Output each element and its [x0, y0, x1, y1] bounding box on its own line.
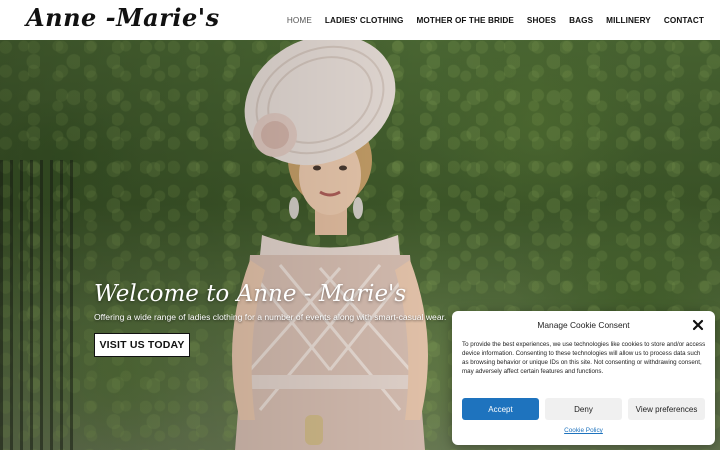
main-nav: HOME LADIES' CLOTHING MOTHER OF THE BRID… — [287, 0, 704, 40]
nav-home[interactable]: HOME — [287, 16, 312, 25]
view-preferences-button[interactable]: View preferences — [628, 398, 705, 420]
close-icon[interactable] — [692, 319, 704, 331]
nav-millinery[interactable]: MILLINERY — [606, 16, 651, 25]
cookie-modal-title: Manage Cookie Consent — [537, 320, 630, 330]
nav-contact[interactable]: CONTACT — [664, 16, 704, 25]
cookie-policy-link[interactable]: Cookie Policy — [452, 427, 715, 434]
nav-bags[interactable]: BAGS — [569, 16, 593, 25]
site-header: Anne -Marie's HOME LADIES' CLOTHING MOTH… — [0, 0, 720, 40]
cookie-description: To provide the best experiences, we use … — [462, 341, 706, 375]
nav-shoes[interactable]: SHOES — [527, 16, 556, 25]
site-logo[interactable]: Anne -Marie's — [26, 3, 220, 32]
nav-ladies-clothing[interactable]: LADIES' CLOTHING — [325, 16, 404, 25]
cookie-consent-modal: Manage Cookie Consent To provide the bes… — [452, 311, 715, 445]
visit-us-button[interactable]: VISIT US TODAY — [94, 333, 190, 357]
nav-mother-of-the-bride[interactable]: MOTHER OF THE BRIDE — [417, 16, 514, 25]
deny-button[interactable]: Deny — [545, 398, 622, 420]
accept-button[interactable]: Accept — [462, 398, 539, 420]
hero-subtitle: Offering a wide range of ladies clothing… — [94, 312, 447, 322]
hero-title: Welcome to Anne - Marie's — [94, 281, 407, 307]
